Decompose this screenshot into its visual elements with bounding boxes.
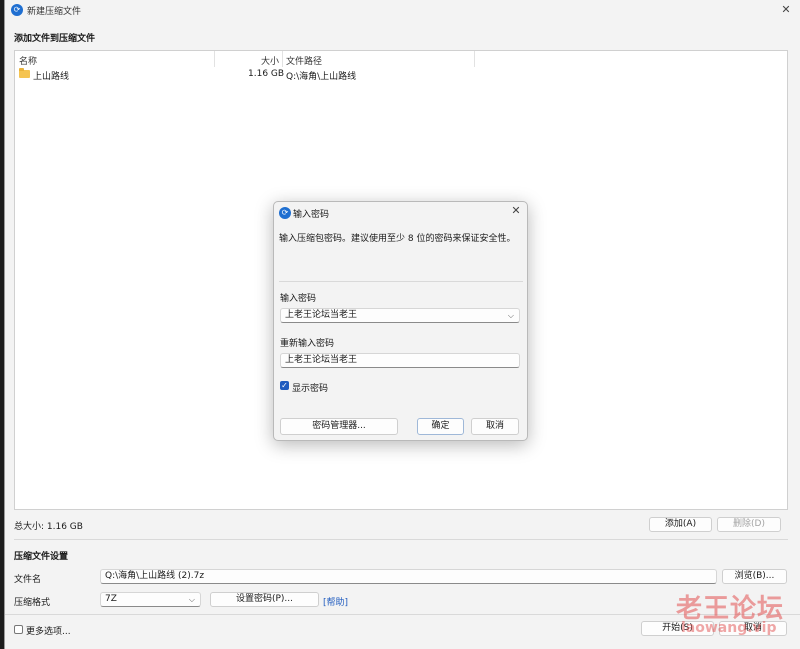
reenter-password-input[interactable]: 上老王论坛当老王	[280, 353, 520, 368]
app-logo-icon: ⟳	[279, 207, 291, 219]
file-row-name[interactable]: 上山路线	[33, 69, 69, 82]
password-label: 输入密码	[280, 294, 317, 304]
add-button[interactable]: 添加(A)	[649, 517, 712, 532]
show-password-label[interactable]: 显示密码	[292, 381, 328, 394]
password-manager-button[interactable]: 密码管理器...	[280, 418, 398, 435]
add-section-title: 添加文件到压缩文件	[14, 34, 96, 44]
dialog-title: 输入密码	[293, 210, 330, 220]
app-logo-icon: ⟳	[11, 4, 23, 16]
window-close-button[interactable]: ✕	[777, 2, 795, 18]
file-row-size: 1.16 GB	[248, 69, 285, 79]
total-size-label: 总大小: 1.16 GB	[14, 522, 83, 532]
more-options-label[interactable]: 更多选项...	[26, 624, 71, 637]
filename-label: 文件名	[14, 575, 42, 585]
format-select[interactable]: 7Z ⌵	[100, 592, 201, 607]
chevron-down-icon: ⌵	[188, 595, 195, 604]
window-title: 新建压缩文件	[27, 7, 82, 17]
password-input-value: 上老王论坛当老王	[285, 310, 358, 320]
set-password-button[interactable]: 设置密码(P)...	[210, 592, 319, 607]
more-options-checkbox[interactable]	[14, 625, 23, 634]
watermark-url: laowang.vip	[681, 620, 777, 636]
settings-section-title: 压缩文件设置	[14, 552, 69, 562]
reenter-password-label: 重新输入密码	[280, 339, 335, 349]
dialog-ok-button[interactable]: 确定	[417, 418, 464, 435]
divider	[279, 281, 523, 282]
divider	[14, 539, 788, 540]
dialog-close-button[interactable]: ✕	[507, 203, 525, 219]
title-bar[interactable]: ⟳ 新建压缩文件 ✕	[5, 0, 800, 20]
column-separator	[474, 51, 475, 67]
column-path-header[interactable]: 文件路径	[286, 54, 322, 67]
column-size-header[interactable]: 大小	[261, 54, 279, 67]
folder-icon	[19, 68, 30, 78]
format-label: 压缩格式	[14, 598, 51, 608]
dialog-cancel-button[interactable]: 取消	[471, 418, 519, 435]
browse-button[interactable]: 浏览(B)...	[722, 569, 787, 584]
dialog-message: 输入压缩包密码。建议使用至少 8 位的密码来保证安全性。	[279, 234, 516, 244]
file-row-path: Q:\海角\上山路线	[286, 72, 357, 82]
password-input[interactable]: 上老王论坛当老王 ⌵	[280, 308, 520, 323]
filename-input[interactable]: Q:\海角\上山路线 (2).7z	[100, 569, 717, 584]
help-link[interactable]: [帮助]	[323, 595, 348, 608]
column-separator	[214, 51, 215, 67]
delete-button[interactable]: 删除(D)	[717, 517, 781, 532]
show-password-checkbox[interactable]: ✓	[280, 381, 289, 390]
column-name-header[interactable]: 名称	[19, 54, 37, 67]
format-select-value: 7Z	[105, 594, 117, 604]
checkmark-icon: ✓	[281, 381, 288, 390]
chevron-down-icon[interactable]: ⌵	[508, 309, 514, 322]
password-dialog: ⟳ 输入密码 ✕ 输入压缩包密码。建议使用至少 8 位的密码来保证安全性。 输入…	[273, 201, 528, 441]
column-separator	[282, 51, 283, 67]
